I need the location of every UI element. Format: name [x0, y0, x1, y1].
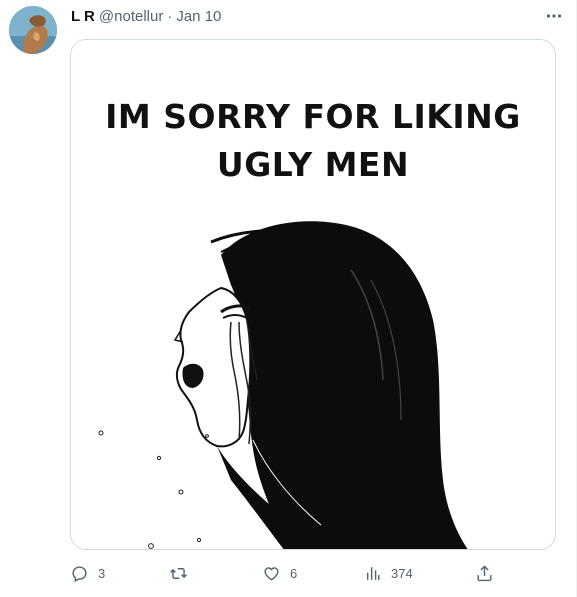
tweet-header: L R @notellur · Jan 10: [71, 6, 221, 26]
reply-button[interactable]: 3: [70, 562, 105, 584]
tweet-actions: 3 6 374: [70, 562, 510, 584]
more-horizontal-icon: [546, 14, 562, 18]
like-button[interactable]: 6: [262, 562, 297, 584]
heart-icon: [264, 566, 279, 581]
share-icon: [477, 565, 492, 581]
reply-count: 3: [98, 565, 106, 581]
meme-caption-line-2: UGLY MEN: [216, 145, 410, 184]
retweet-button[interactable]: [169, 562, 197, 584]
tweet-date[interactable]: Jan 10: [176, 8, 221, 25]
display-name[interactable]: L R: [71, 8, 95, 25]
views-icon: [366, 566, 380, 580]
views-count: 374: [391, 565, 413, 581]
user-handle[interactable]: @notellur: [99, 8, 163, 25]
reply-icon: [72, 565, 87, 582]
meme-caption-line-1: IM SORRY FOR LIKING: [105, 97, 521, 136]
tweet[interactable]: L R @notellur · Jan 10 IM SORRY FOR LIKI…: [0, 0, 577, 597]
views-button[interactable]: 374: [363, 562, 413, 584]
separator-dot: ·: [167, 7, 173, 25]
like-count: 6: [290, 565, 298, 581]
share-button[interactable]: [475, 562, 494, 584]
tweet-media[interactable]: IM SORRY FOR LIKING UGLY MEN: [70, 39, 556, 550]
avatar-image: [9, 6, 57, 54]
avatar[interactable]: [9, 6, 57, 54]
more-options-button[interactable]: [542, 4, 566, 28]
retweet-icon: [170, 567, 187, 579]
